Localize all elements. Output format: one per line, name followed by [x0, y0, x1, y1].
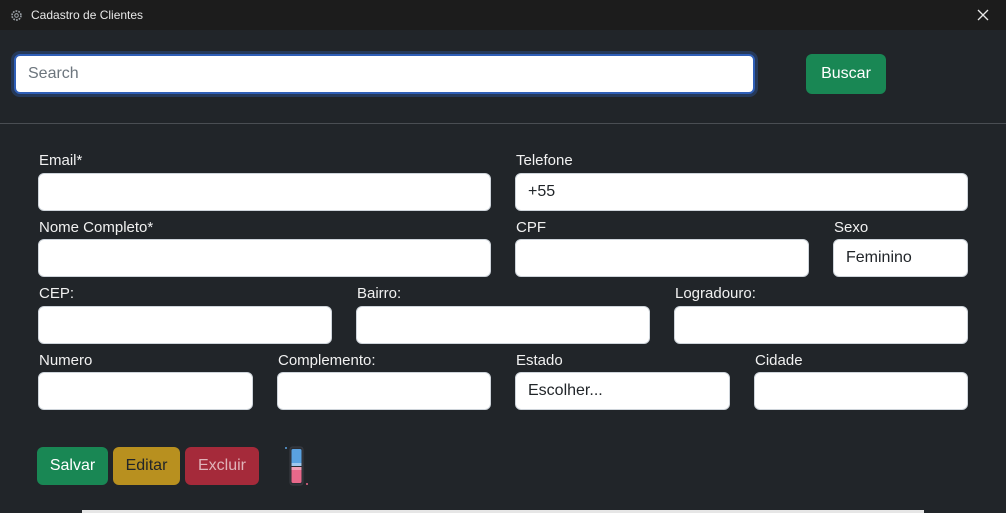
title-bar: Cadastro de Clientes [0, 0, 1006, 30]
excluir-button[interactable]: Excluir [185, 447, 259, 485]
sexo-value: Feminino [846, 249, 912, 266]
nome-label: Nome Completo* [39, 219, 154, 236]
nome-field[interactable] [38, 239, 491, 277]
window-title: Cadastro de Clientes [31, 8, 144, 22]
numero-field[interactable] [38, 372, 253, 410]
email-label: Email* [39, 152, 83, 169]
theme-toggle-icon [285, 446, 308, 486]
search-input[interactable] [11, 51, 758, 97]
numero-label: Numero [39, 352, 93, 369]
editar-button[interactable]: Editar [113, 447, 180, 485]
bairro-field[interactable] [356, 306, 650, 344]
complemento-label: Complemento: [278, 352, 376, 369]
close-button[interactable] [960, 0, 1006, 30]
telefone-label: Telefone [516, 152, 573, 169]
logradouro-field[interactable] [674, 306, 968, 344]
buscar-button[interactable]: Buscar [806, 54, 886, 94]
gear-icon [11, 10, 22, 21]
telefone-field[interactable] [515, 173, 968, 211]
bairro-label: Bairro: [357, 285, 402, 302]
sexo-select[interactable]: Feminino [833, 239, 968, 277]
sexo-label: Sexo [834, 219, 869, 236]
cep-label: CEP: [39, 285, 75, 302]
estado-label: Estado [516, 352, 563, 369]
close-icon [977, 9, 989, 21]
theme-toggle-button[interactable] [280, 444, 310, 488]
email-field[interactable] [38, 173, 491, 211]
complemento-field[interactable] [277, 372, 491, 410]
cidade-label: Cidade [755, 352, 803, 369]
logradouro-label: Logradouro: [675, 285, 756, 302]
estado-value: Escolher... [528, 382, 603, 399]
estado-select[interactable]: Escolher... [515, 372, 730, 410]
cpf-label: CPF [516, 219, 546, 236]
cep-field[interactable] [38, 306, 332, 344]
cpf-field[interactable] [515, 239, 809, 277]
salvar-button[interactable]: Salvar [37, 447, 108, 485]
divider [0, 123, 1006, 124]
cidade-field[interactable] [754, 372, 968, 410]
